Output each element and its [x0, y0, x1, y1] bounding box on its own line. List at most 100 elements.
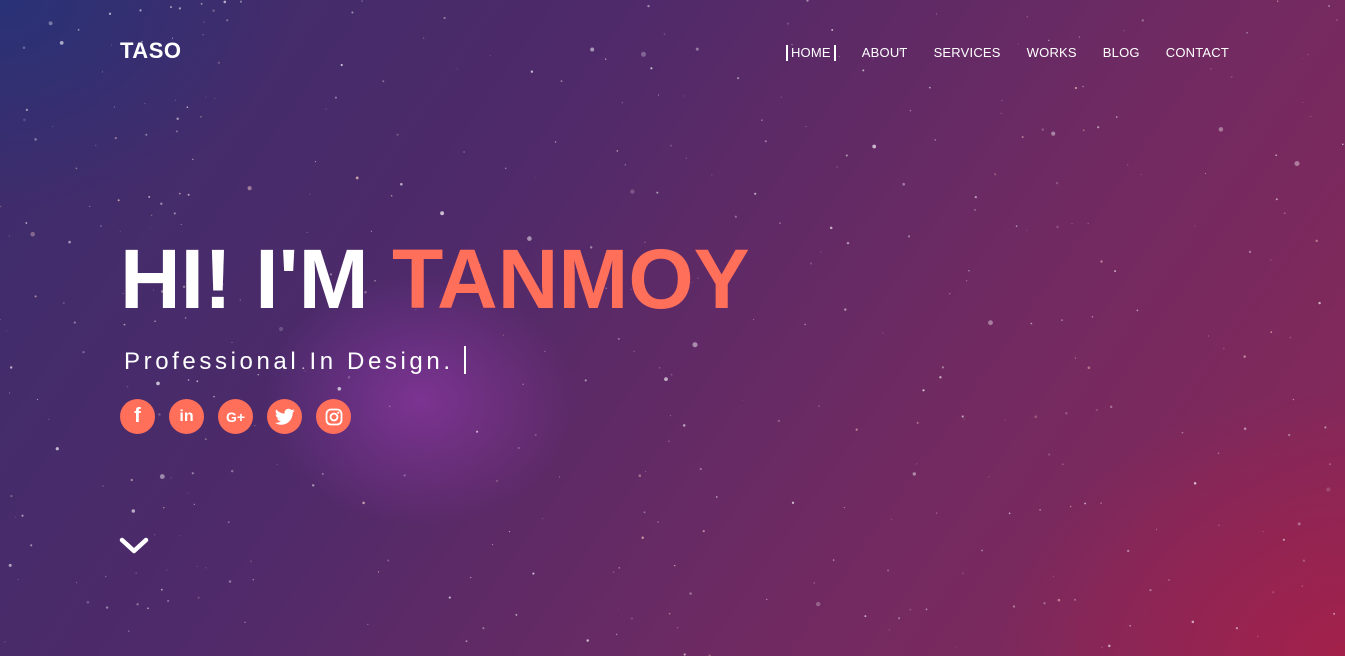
star-dot	[179, 535, 181, 537]
star-dot	[1272, 591, 1275, 594]
star-dot	[22, 46, 26, 49]
chevron-down-icon	[119, 537, 149, 554]
star-dot	[227, 521, 230, 524]
star-dot	[1307, 53, 1309, 55]
star-dot	[247, 186, 252, 191]
facebook-icon: f	[134, 405, 141, 427]
star-dot	[130, 478, 134, 482]
star-dot	[753, 319, 755, 321]
star-dot	[396, 133, 399, 136]
star-dot	[1087, 366, 1091, 370]
star-dot	[1336, 19, 1338, 21]
star-dot	[127, 630, 130, 633]
star-dot	[1333, 612, 1336, 615]
star-dot	[612, 571, 615, 574]
star-dot	[1269, 259, 1272, 261]
social-google-plus-button[interactable]: G+	[218, 399, 253, 434]
star-dot	[925, 608, 928, 611]
star-dot	[1078, 36, 1080, 38]
star-dot	[170, 477, 172, 479]
star-dot	[1275, 154, 1278, 157]
social-linkedin-button[interactable]: in	[169, 399, 204, 434]
star-dot	[1052, 575, 1054, 577]
scroll-down-button[interactable]	[119, 533, 149, 557]
star-dot	[75, 167, 78, 170]
star-dot	[886, 569, 890, 572]
social-facebook-button[interactable]: f	[120, 399, 155, 434]
star-dot	[154, 534, 156, 536]
star-dot	[1223, 347, 1225, 350]
star-dot	[250, 560, 252, 563]
star-dot	[8, 235, 11, 237]
star-dot	[14, 516, 16, 518]
social-instagram-button[interactable]	[316, 399, 351, 434]
star-dot	[673, 564, 676, 567]
star-dot	[1218, 127, 1224, 132]
star-dot	[1127, 164, 1129, 166]
star-dot	[86, 601, 90, 604]
star-dot	[517, 447, 520, 449]
star-dot	[554, 141, 557, 143]
star-dot	[196, 565, 198, 568]
nav-link-contact[interactable]: CONTACT	[1166, 45, 1229, 61]
star-dot	[148, 195, 151, 198]
star-dot	[1141, 19, 1145, 22]
star-dot	[502, 334, 504, 336]
star-dot	[1270, 331, 1273, 333]
star-dot	[604, 58, 607, 60]
star-dot	[82, 350, 85, 354]
star-dot	[1310, 116, 1312, 118]
star-dot	[699, 467, 702, 471]
star-dot	[1292, 398, 1295, 401]
star-dot	[504, 167, 507, 170]
star-dot	[1275, 198, 1278, 201]
star-dot	[1074, 357, 1077, 359]
star-dot	[337, 387, 342, 391]
nav-link-blog[interactable]: BLOG	[1103, 45, 1140, 61]
star-dot	[974, 195, 977, 199]
nav-link-works[interactable]: WORKS	[1027, 45, 1077, 61]
twitter-icon	[274, 408, 295, 425]
star-dot	[916, 463, 918, 465]
star-dot	[1100, 502, 1102, 504]
star-dot	[616, 150, 619, 152]
star-dot	[820, 251, 822, 253]
star-dot	[180, 224, 182, 226]
star-dot	[534, 433, 537, 437]
star-dot	[1329, 463, 1331, 465]
star-dot	[1021, 135, 1024, 139]
star-dot	[131, 509, 136, 513]
star-dot	[670, 373, 673, 376]
star-dot	[145, 133, 148, 136]
star-dot	[200, 116, 202, 118]
star-dot	[643, 511, 646, 514]
star-dot	[544, 350, 546, 352]
star-dot	[361, 0, 363, 2]
brand-logo[interactable]: TASO	[120, 38, 181, 64]
star-dot	[223, 0, 227, 4]
star-dot	[470, 576, 472, 579]
star-dot	[1082, 85, 1084, 88]
star-dot	[806, 0, 809, 2]
star-dot	[1129, 624, 1132, 627]
star-dot	[961, 415, 964, 418]
star-dot	[73, 321, 76, 324]
star-dot	[403, 474, 406, 477]
nav-link-about[interactable]: ABOUT	[862, 45, 908, 61]
nav-link-services[interactable]: SERVICES	[934, 45, 1001, 61]
star-dot	[778, 222, 781, 225]
nav-item-contact: CONTACT	[1166, 44, 1229, 62]
star-dot	[1230, 75, 1233, 78]
star-dot	[1095, 408, 1098, 412]
star-dot	[939, 376, 942, 379]
social-twitter-button[interactable]	[267, 399, 302, 434]
star-dot	[1246, 32, 1248, 34]
star-dot	[898, 617, 901, 620]
star-dot	[657, 521, 659, 523]
star-dot	[791, 501, 795, 504]
star-dot	[178, 7, 182, 10]
nav-link-home[interactable]: HOME	[785, 45, 836, 61]
star-dot	[314, 160, 317, 163]
star-dot	[102, 71, 103, 73]
star-dot	[656, 191, 659, 194]
